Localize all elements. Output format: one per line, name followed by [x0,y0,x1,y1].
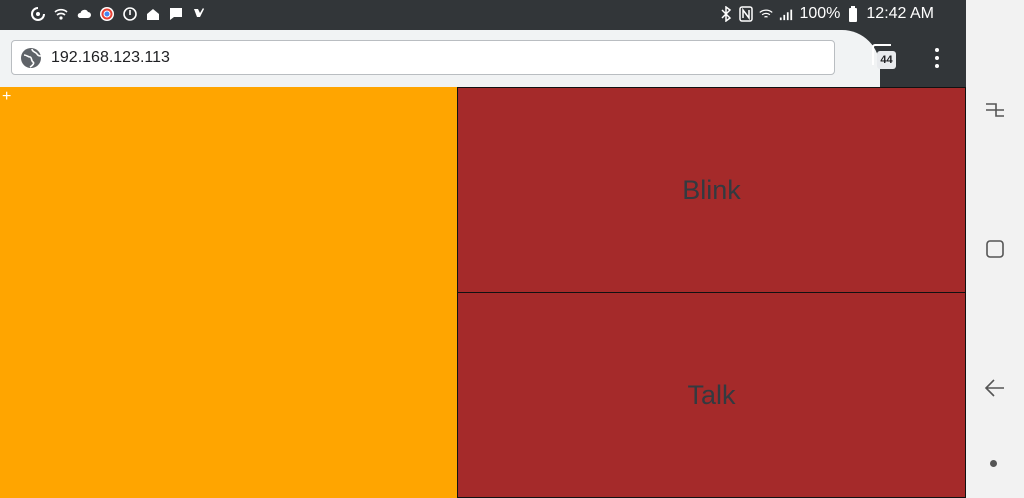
navigation-bar [966,0,1024,498]
notification-icons [30,6,207,22]
signal-icon [779,6,793,22]
chrome-icon [99,6,115,22]
back-icon [984,379,1004,397]
battery-icon [846,6,860,22]
power-icon [122,6,138,22]
recent-apps-icon [986,103,1004,117]
clock: 12:42 AM [866,5,934,22]
cloud-icon [76,6,92,22]
talk-button[interactable]: Talk [457,292,966,498]
sync-icon [30,6,46,22]
status-bar: 100% 12:42 AM [0,0,966,30]
more-options-button[interactable] [926,43,948,73]
web-page: + Blink Talk [0,87,966,498]
recent-apps-button[interactable] [983,98,1007,122]
nfc-icon [739,6,754,22]
bluetooth-icon [719,6,733,22]
browser-toolbar: 192.168.123.113 44 [0,30,966,87]
orange-panel[interactable]: + [0,87,457,498]
home-icon [145,6,161,22]
omnibox-area: 192.168.123.113 [0,30,880,87]
message-icon [168,6,184,22]
tab-count: 44 [877,51,896,69]
blink-button[interactable]: Blink [457,87,966,293]
checklist-icon [191,6,207,22]
menu-dot-icon [935,56,939,60]
home-button[interactable] [983,237,1007,261]
wifi-call-icon [53,6,69,22]
globe-icon [20,47,42,69]
tab-switcher-button[interactable]: 44 [871,43,897,71]
keyboard-indicator-dot [990,460,997,467]
back-button[interactable] [983,376,1007,400]
plus-icon: + [2,88,12,105]
url-text[interactable]: 192.168.123.113 [51,49,170,67]
system-status: 100% 12:42 AM [719,5,934,23]
menu-dot-icon [935,48,939,52]
talk-label: Talk [687,379,736,410]
home-icon [986,240,1004,258]
wifi-icon [759,6,774,22]
blink-label: Blink [682,174,741,205]
battery-percent: 100% [799,5,841,22]
address-bar[interactable]: 192.168.123.113 [11,40,835,75]
menu-dot-icon [935,64,939,68]
